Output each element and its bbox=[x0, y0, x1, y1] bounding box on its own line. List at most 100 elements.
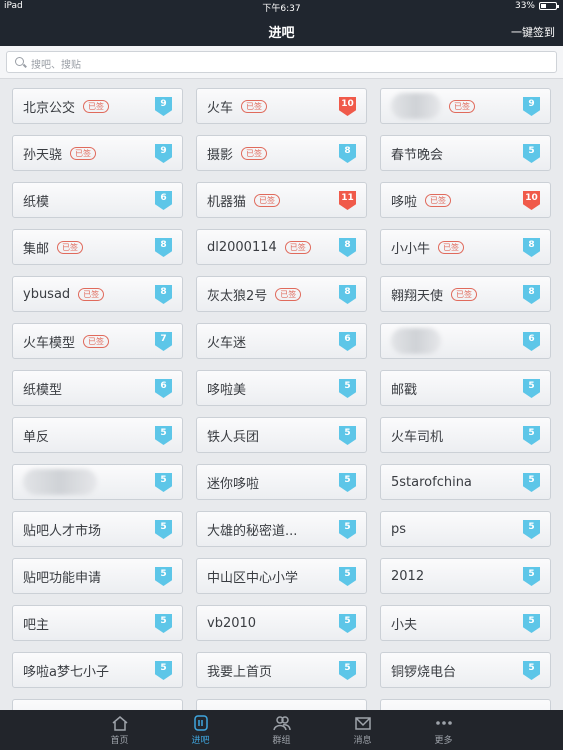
forum-item[interactable]: 中山区中心小学 5 bbox=[196, 558, 367, 594]
level-badge: 5 bbox=[523, 614, 540, 633]
level-badge: 5 bbox=[339, 473, 356, 492]
level-badge: 8 bbox=[523, 285, 540, 304]
forum-item[interactable]: 我要上首页 5 bbox=[196, 652, 367, 688]
forum-name: dl2000114 bbox=[207, 239, 277, 255]
forum-item[interactable]: 铁人兵团 5 bbox=[196, 417, 367, 453]
forum-item[interactable]: 哆啦a梦七小子 5 bbox=[12, 652, 183, 688]
sign-in-all-button[interactable]: 一键签到 bbox=[511, 24, 555, 40]
search-icon bbox=[15, 57, 24, 66]
tab-enter-forum[interactable]: 进吧 bbox=[160, 710, 241, 750]
forum-item[interactable]: dl2000114 已签 8 bbox=[196, 229, 367, 265]
forum-item[interactable]: 哆啦 已签 10 bbox=[380, 182, 551, 218]
forum-name: 铁人兵团 bbox=[207, 429, 260, 445]
level-badge: 5 bbox=[155, 567, 172, 586]
forum-name: 哆啦美 bbox=[207, 382, 247, 398]
forum-name: 哆啦a梦七小子 bbox=[23, 664, 109, 680]
tab-bar: 首页 进吧 群组 消息 更多 bbox=[0, 710, 563, 750]
forum-item[interactable]: 单反 5 bbox=[12, 417, 183, 453]
forum-name: 春节晚会 bbox=[391, 147, 444, 163]
forum-item[interactable]: 小小牛 已签 8 bbox=[380, 229, 551, 265]
signed-badge: 已签 bbox=[438, 240, 465, 254]
forum-item[interactable]: 灰太狼2号 已签 8 bbox=[196, 276, 367, 312]
forum-name: 火车 bbox=[207, 100, 234, 116]
forum-item[interactable]: 迷你哆啦 5 bbox=[196, 464, 367, 500]
battery-icon bbox=[539, 2, 559, 10]
level-badge: 5 bbox=[523, 473, 540, 492]
level-badge: 5 bbox=[523, 144, 540, 163]
forum-item[interactable]: ps 5 bbox=[380, 511, 551, 547]
forum-item[interactable]: ybusad 已签 8 bbox=[12, 276, 183, 312]
forum-name: 集邮 bbox=[23, 241, 50, 257]
forum-name: 2012 bbox=[391, 568, 425, 584]
page-title: 进吧 bbox=[268, 26, 295, 41]
signed-badge: 已签 bbox=[284, 240, 311, 254]
search-input[interactable]: 搜吧、搜贴 bbox=[6, 51, 557, 73]
forum-item[interactable]: 春节晚会 5 bbox=[380, 135, 551, 171]
signed-badge: 已签 bbox=[241, 99, 268, 113]
level-badge: 5 bbox=[155, 614, 172, 633]
signed-badge: 已签 bbox=[83, 334, 110, 348]
level-badge: 5 bbox=[523, 426, 540, 445]
forum-name: 大雄的秘密道... bbox=[207, 523, 298, 539]
forum-item[interactable]: 贴吧人才市场 5 bbox=[12, 511, 183, 547]
forum-name: 机器猫 bbox=[207, 194, 247, 210]
forum-item[interactable]: 6 bbox=[380, 323, 551, 359]
signed-badge: 已签 bbox=[275, 287, 302, 301]
forum-item[interactable]: 小夫 5 bbox=[380, 605, 551, 641]
forum-item[interactable]: 北京公交 已签 9 bbox=[12, 88, 183, 124]
forum-item[interactable]: 5starofchina 5 bbox=[380, 464, 551, 500]
level-badge: 5 bbox=[155, 520, 172, 539]
forum-item[interactable]: 火车模型 已签 7 bbox=[12, 323, 183, 359]
forum-name: 小夫 bbox=[391, 617, 418, 633]
forum-item[interactable]: 贴吧功能申请 5 bbox=[12, 558, 183, 594]
forum-name: 贴吧人才市场 bbox=[23, 523, 102, 539]
forum-item[interactable]: 集邮 已签 8 bbox=[12, 229, 183, 265]
forum-name: 北京公交 bbox=[23, 100, 76, 116]
level-badge: 5 bbox=[155, 473, 172, 492]
forum-name: 小小牛 bbox=[391, 241, 431, 257]
battery-percent: 33% bbox=[514, 1, 535, 11]
forum-item[interactable] bbox=[380, 699, 551, 710]
forum-item[interactable]: 摄影 已签 8 bbox=[196, 135, 367, 171]
forum-name: 摄影 bbox=[207, 147, 234, 163]
forum-item[interactable]: 大雄的秘密道... 5 bbox=[196, 511, 367, 547]
forum-item[interactable] bbox=[196, 699, 367, 710]
forum-item[interactable]: vb2010 5 bbox=[196, 605, 367, 641]
tab-label: 群组 bbox=[272, 736, 291, 746]
search-placeholder: 搜吧、搜贴 bbox=[31, 60, 81, 71]
tab-home[interactable]: 首页 bbox=[79, 710, 160, 750]
level-badge: 6 bbox=[155, 191, 172, 210]
forum-item[interactable]: 已签 9 bbox=[380, 88, 551, 124]
forum-item[interactable]: 邮戳 5 bbox=[380, 370, 551, 406]
forum-item[interactable]: 火车 已签 10 bbox=[196, 88, 367, 124]
forum-item[interactable] bbox=[12, 699, 183, 710]
forum-item[interactable]: 机器猫 已签 11 bbox=[196, 182, 367, 218]
forum-item[interactable]: 火车司机 5 bbox=[380, 417, 551, 453]
level-badge: 7 bbox=[155, 332, 172, 351]
forum-item[interactable]: 哆啦美 5 bbox=[196, 370, 367, 406]
group-icon bbox=[241, 715, 322, 731]
forum-item[interactable]: 翱翔天使 已签 8 bbox=[380, 276, 551, 312]
signed-badge: 已签 bbox=[57, 240, 84, 254]
status-bar: iPad 下午6:37 33% bbox=[0, 0, 563, 14]
forum-name: ps bbox=[391, 521, 407, 537]
forum-item[interactable]: 纸模 6 bbox=[12, 182, 183, 218]
forum-grid: 北京公交 已签 9 火车 已签 10 已签 9 孙天骁 已签 9 摄影 已签 8 春节晚会 5 纸模 6 机器猫 已签… bbox=[12, 88, 552, 710]
forum-item[interactable]: 孙天骁 已签 9 bbox=[12, 135, 183, 171]
level-badge: 5 bbox=[523, 567, 540, 586]
tab-group[interactable]: 群组 bbox=[241, 710, 322, 750]
more-icon bbox=[403, 715, 484, 731]
forum-item[interactable]: 5 bbox=[12, 464, 183, 500]
forum-item[interactable]: 吧主 5 bbox=[12, 605, 183, 641]
forum-item[interactable]: 火车迷 6 bbox=[196, 323, 367, 359]
tab-message[interactable]: 消息 bbox=[322, 710, 403, 750]
level-badge: 6 bbox=[523, 332, 540, 351]
forum-item[interactable]: 铜锣烧电台 5 bbox=[380, 652, 551, 688]
level-badge: 8 bbox=[155, 238, 172, 257]
forum-name: 纸模 bbox=[23, 194, 50, 210]
forum-item[interactable]: 2012 5 bbox=[380, 558, 551, 594]
forum-name: vb2010 bbox=[207, 615, 257, 631]
forum-item[interactable]: 纸模型 6 bbox=[12, 370, 183, 406]
tab-more[interactable]: 更多 bbox=[403, 710, 484, 750]
forum-name: 纸模型 bbox=[23, 382, 63, 398]
